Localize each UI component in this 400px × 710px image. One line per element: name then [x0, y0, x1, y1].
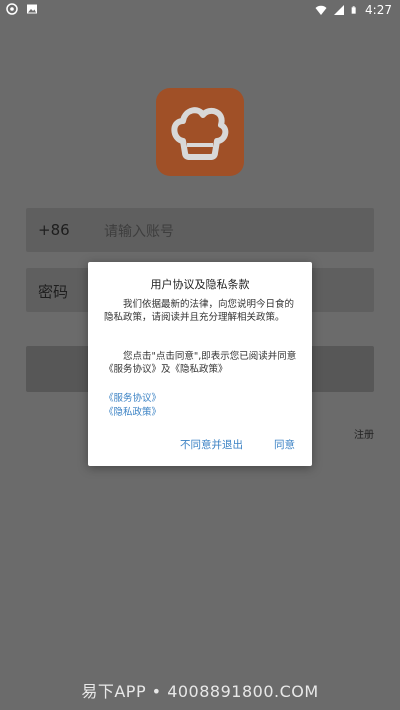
status-bar-right: 4:27: [315, 3, 392, 17]
country-code[interactable]: +86: [38, 221, 70, 239]
agree-button[interactable]: 同意: [274, 437, 295, 452]
privacy-policy-link[interactable]: 《隐私政策》: [104, 404, 161, 418]
signal-icon: [334, 5, 345, 15]
phone-field: +86: [26, 208, 374, 252]
status-time: 4:27: [365, 3, 392, 17]
app-logo: [156, 88, 244, 176]
phone-input[interactable]: [102, 220, 366, 244]
chef-hat-icon: [171, 107, 229, 160]
dialog-paragraph-2: 您点击"点击同意",即表示您已阅读并同意《服务协议》及《隐私政策》: [104, 351, 297, 375]
status-bar: 4:27: [0, 0, 400, 20]
disagree-exit-button[interactable]: 不同意并退出: [180, 437, 243, 452]
status-bar-left: [6, 3, 38, 15]
service-agreement-link[interactable]: 《服务协议》: [104, 390, 161, 404]
app-icon: [6, 3, 18, 15]
dialog-title: 用户协议及隐私条款: [150, 278, 250, 291]
password-label: 密码: [38, 283, 69, 301]
battery-icon: [351, 6, 356, 14]
dialog-paragraph-1: 我们依据最新的法律，向您说明今日食的隐私政策，请阅读并且充分理解相关政策。: [104, 299, 295, 323]
register-link[interactable]: 注册: [354, 426, 374, 441]
wifi-icon: [315, 5, 327, 15]
privacy-dialog: 用户协议及隐私条款 我们依据最新的法律，向您说明今日食的隐私政策，请阅读并且充分…: [88, 262, 312, 466]
watermark: 易下APP • 4008891800.COM: [81, 682, 319, 701]
image-icon: [27, 4, 37, 14]
